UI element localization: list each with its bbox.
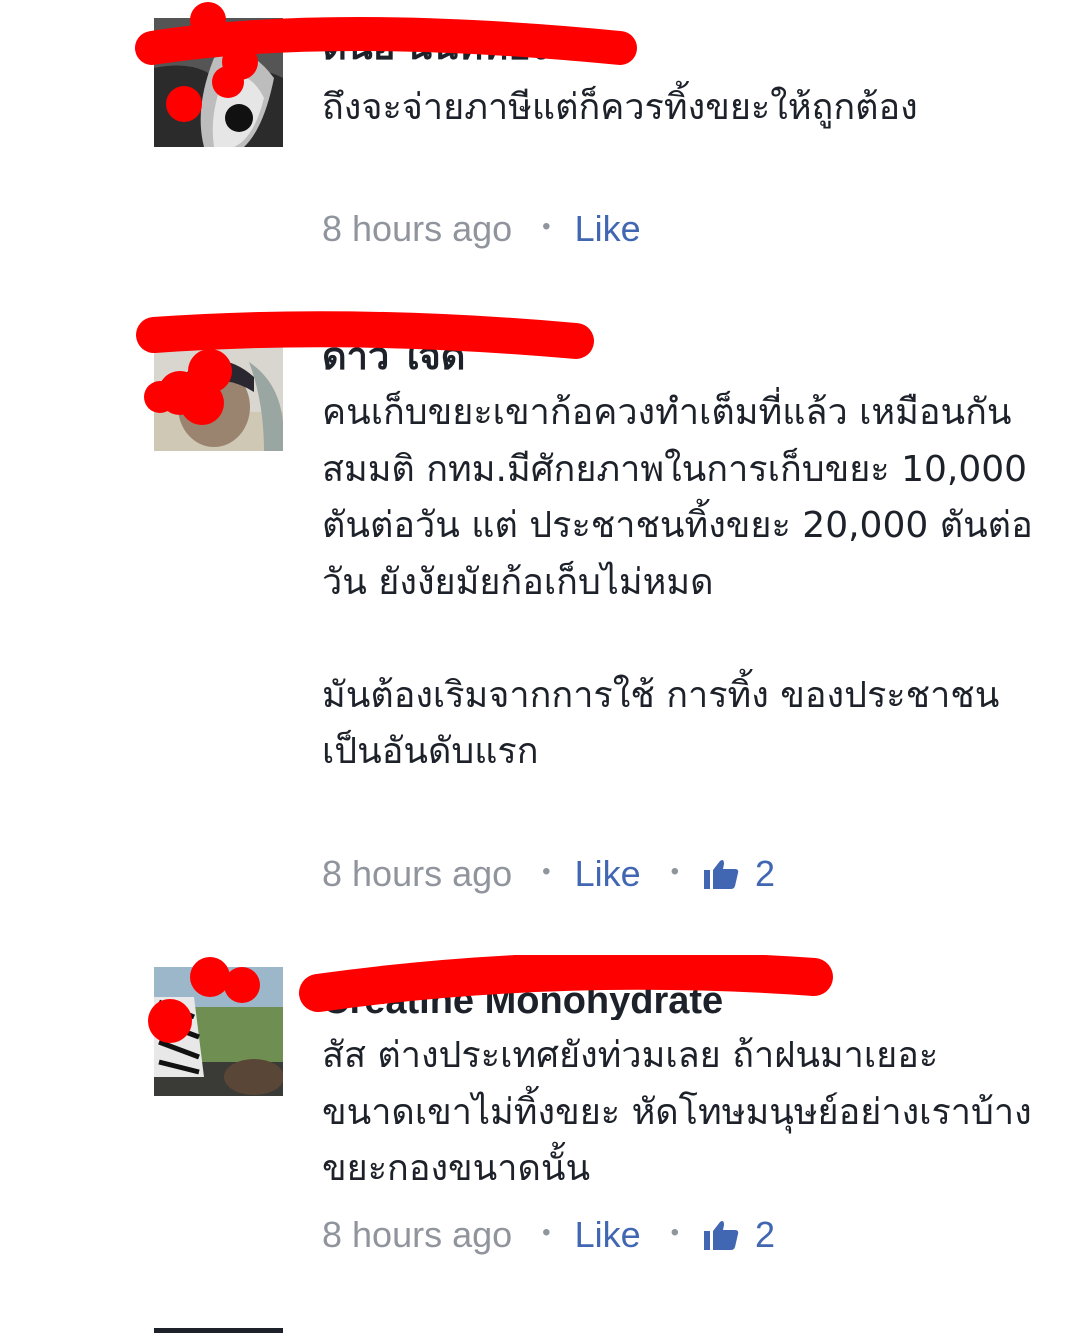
timestamp[interactable]: 8 hours ago — [322, 208, 512, 250]
avatar-image — [154, 18, 283, 147]
comment-paragraph: สัส ต่างประเทศยังท่วมเลย ถ้าฝนมาเยอะ ขนา… — [322, 1035, 1032, 1189]
next-avatar-edge — [154, 1328, 283, 1333]
comment-meta: 8 hours ago • Like • 2 — [322, 1211, 775, 1259]
separator-dot: • — [542, 1219, 551, 1246]
comment-text: คนเก็บขยะเขาก้อควงทำเต็มที่แล้ว เหมือนกั… — [322, 385, 1042, 781]
separator-dot: • — [670, 1219, 680, 1246]
comment-paragraph: คนเก็บขยะเขาก้อควงทำเต็มที่แล้ว เหมือนกั… — [322, 392, 1033, 603]
avatar-image — [154, 967, 283, 1096]
like-button[interactable]: Like — [575, 208, 641, 250]
like-button[interactable]: Like — [575, 853, 641, 895]
thumbs-up-icon[interactable] — [703, 858, 739, 890]
comment-meta: 8 hours ago • Like • 2 — [322, 850, 775, 898]
avatar[interactable] — [154, 967, 283, 1096]
comment-author[interactable]: ดาว ใจดี — [322, 336, 465, 374]
like-count: 2 — [755, 1214, 776, 1255]
comment-paragraph: มันต้องเริมจากการใช้ การทิ้ง ของประชาชนเ… — [322, 674, 1000, 773]
separator-dot: • — [670, 858, 680, 885]
separator-dot: • — [542, 858, 551, 885]
like-button[interactable]: Like — [575, 1214, 641, 1256]
avatar[interactable] — [154, 322, 283, 451]
separator-dot: • — [542, 213, 551, 240]
avatar-image — [154, 322, 283, 451]
comment-text: สัส ต่างประเทศยังท่วมเลย ถ้าฝนมาเยอะ ขนา… — [322, 1028, 1042, 1198]
timestamp[interactable]: 8 hours ago — [322, 853, 512, 895]
comment-author[interactable]: Creatine Monohydrate — [322, 980, 723, 1020]
thumbs-up-icon[interactable] — [703, 1219, 739, 1251]
comment-text: ถึงจะจ่ายภาษีแต่ก็ควรทิ้งขยะให้ถูกต้อง — [322, 80, 1042, 137]
comment-author[interactable]: ต้นอ้ นนท์ทอง — [322, 26, 549, 64]
timestamp[interactable]: 8 hours ago — [322, 1214, 512, 1256]
like-count: 2 — [755, 853, 776, 894]
comment-meta: 8 hours ago • Like — [322, 205, 641, 253]
comment-paragraph: ถึงจะจ่ายภาษีแต่ก็ควรทิ้งขยะให้ถูกต้อง — [322, 87, 918, 128]
avatar[interactable] — [154, 18, 283, 147]
